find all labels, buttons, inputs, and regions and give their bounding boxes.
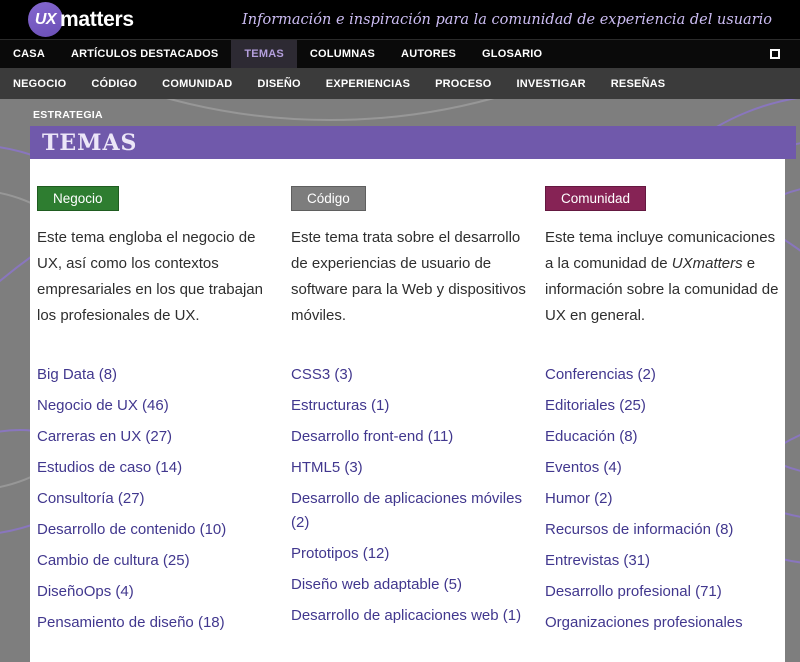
topic-link-item: Desarrollo de aplicaciones móviles (2) [291, 487, 528, 535]
link-pensamiento-de-diseno-18[interactable]: Pensamiento de diseño (18) [37, 611, 225, 635]
topic-column-codigo: Código Este tema trata sobre el desarroll… [291, 186, 528, 642]
link-organizaciones-profesionales[interactable]: Organizaciones profesionales [545, 611, 743, 635]
nav-item-glosario[interactable]: GLOSARIO [469, 40, 555, 68]
topic-links-negocio: Big Data (8) Negocio de UX (46) Carreras e… [37, 363, 274, 635]
topic-link-item: Big Data (8) [37, 363, 274, 387]
ux-logo-icon: UX [28, 2, 63, 37]
logo-ux-text: UX [35, 11, 56, 29]
link-estudios-de-caso-14[interactable]: Estudios de caso (14) [37, 456, 182, 480]
link-prototipos-12[interactable]: Prototipos (12) [291, 542, 389, 566]
topics-nav-item-proceso[interactable]: PROCESO [435, 78, 491, 90]
description-italic-segment: UXmatters [672, 255, 743, 272]
nav-item-articulos-destacados[interactable]: ARTÍCULOS DESTACADOS [58, 40, 231, 68]
topic-link-item: Organizaciones profesionales [545, 611, 782, 635]
topic-link-item: Consultoría (27) [37, 487, 274, 511]
topic-description-codigo: Este tema trata sobre el desarrollo de e… [291, 225, 528, 355]
link-disenoops-4[interactable]: DiseñoOps (4) [37, 580, 134, 604]
site-logo[interactable]: UX matters [28, 2, 134, 37]
topic-links-comunidad: Conferencias (2) Editoriales (25) Educació… [545, 363, 782, 635]
link-eventos-4[interactable]: Eventos (4) [545, 456, 622, 480]
search-icon[interactable] [770, 49, 780, 59]
link-editoriales-25[interactable]: Editoriales (25) [545, 394, 646, 418]
link-educacion-8[interactable]: Educación (8) [545, 425, 638, 449]
nav-item-temas[interactable]: TEMAS [231, 40, 297, 68]
logo-matters-text: matters [60, 8, 134, 32]
site-tagline: Información e inspiración para la comuni… [242, 12, 772, 28]
topic-column-comunidad: Comunidad Este tema incluye comunicacione… [545, 186, 782, 642]
link-desarrollo-de-aplicaciones-web-1[interactable]: Desarrollo de aplicaciones web (1) [291, 604, 521, 628]
topic-link-item: Carreras en UX (27) [37, 425, 274, 449]
topic-link-item: Editoriales (25) [545, 394, 782, 418]
link-estructuras-1[interactable]: Estructuras (1) [291, 394, 389, 418]
topics-nav-item-codigo[interactable]: CÓDIGO [91, 78, 137, 90]
subnav-strip: ESTRATEGIA [0, 99, 800, 126]
nav-item-casa[interactable]: CASA [0, 40, 58, 68]
topics-nav-item-resenas[interactable]: RESEÑAS [611, 78, 666, 90]
page-title-bar: TEMAS [30, 126, 796, 159]
description-segment: Este tema engloba el negocio de UX, así … [37, 229, 263, 324]
topic-link-item: Conferencias (2) [545, 363, 782, 387]
link-conferencias-2[interactable]: Conferencias (2) [545, 363, 656, 387]
topic-link-item: Negocio de UX (46) [37, 394, 274, 418]
topic-link-item: Desarrollo front-end (11) [291, 425, 528, 449]
topic-button-codigo[interactable]: Código [291, 186, 366, 211]
topic-link-item: Pensamiento de diseño (18) [37, 611, 274, 635]
topic-link-item: Humor (2) [545, 487, 782, 511]
topic-link-item: Recursos de información (8) [545, 518, 782, 542]
topic-button-comunidad[interactable]: Comunidad [545, 186, 646, 211]
link-desarrollo-de-contenido-10[interactable]: Desarrollo de contenido (10) [37, 518, 226, 542]
link-css3-3[interactable]: CSS3 (3) [291, 363, 353, 387]
topic-link-item: DiseñoOps (4) [37, 580, 274, 604]
topic-link-item: Desarrollo profesional (71) [545, 580, 782, 604]
description-segment: Este tema trata sobre el desarrollo de e… [291, 229, 526, 324]
topics-nav-item-negocio[interactable]: NEGOCIO [13, 78, 66, 90]
link-diseno-web-adaptable-5[interactable]: Diseño web adaptable (5) [291, 573, 462, 597]
topic-link-item: Diseño web adaptable (5) [291, 573, 528, 597]
topic-description-negocio: Este tema engloba el negocio de UX, así … [37, 225, 274, 355]
topic-link-item: Desarrollo de contenido (10) [37, 518, 274, 542]
topic-link-item: CSS3 (3) [291, 363, 528, 387]
topic-link-item: Estudios de caso (14) [37, 456, 274, 480]
link-desarrollo-profesional-71[interactable]: Desarrollo profesional (71) [545, 580, 722, 604]
topics-nav-item-comunidad[interactable]: COMUNIDAD [162, 78, 232, 90]
topic-column-negocio: Negocio Este tema engloba el negocio de U… [37, 186, 274, 642]
nav-item-columnas[interactable]: COLUMNAS [297, 40, 388, 68]
topic-link-item: HTML5 (3) [291, 456, 528, 480]
link-negocio-de-ux-46[interactable]: Negocio de UX (46) [37, 394, 169, 418]
topics-nav-item-investigar[interactable]: INVESTIGAR [517, 78, 586, 90]
main-content: Negocio Este tema engloba el negocio de U… [30, 159, 785, 662]
topics-nav-item-diseno[interactable]: DISEÑO [257, 78, 300, 90]
topic-link-item: Desarrollo de aplicaciones web (1) [291, 604, 528, 628]
primary-nav-items: CASAARTÍCULOS DESTACADOSTEMASCOLUMNASAUT… [0, 40, 555, 68]
link-html5-3[interactable]: HTML5 (3) [291, 456, 363, 480]
topic-link-item: Cambio de cultura (25) [37, 549, 274, 573]
link-big-data-8[interactable]: Big Data (8) [37, 363, 117, 387]
link-cambio-de-cultura-25[interactable]: Cambio de cultura (25) [37, 549, 190, 573]
primary-nav: CASAARTÍCULOS DESTACADOSTEMASCOLUMNASAUT… [0, 40, 800, 68]
topic-description-comunidad: Este tema incluye comunicaciones a la co… [545, 225, 782, 355]
topic-link-item: Entrevistas (31) [545, 549, 782, 573]
link-carreras-en-ux-27[interactable]: Carreras en UX (27) [37, 425, 172, 449]
topic-link-item: Eventos (4) [545, 456, 782, 480]
link-recursos-de-informacion-8[interactable]: Recursos de información (8) [545, 518, 733, 542]
link-desarrollo-de-aplicaciones-moviles-2[interactable]: Desarrollo de aplicaciones móviles (2) [291, 487, 528, 535]
topics-nav: NEGOCIO CÓDIGO COMUNIDAD DISEÑO EXPERIENCIAS… [0, 68, 800, 99]
nav-item-autores[interactable]: AUTORES [388, 40, 469, 68]
topic-link-item: Prototipos (12) [291, 542, 528, 566]
topic-link-item: Estructuras (1) [291, 394, 528, 418]
link-entrevistas-31[interactable]: Entrevistas (31) [545, 549, 650, 573]
link-desarrollo-front-end-11[interactable]: Desarrollo front-end (11) [291, 425, 453, 449]
topic-links-codigo: CSS3 (3) Estructuras (1) Desarrollo front-… [291, 363, 528, 628]
page-title: TEMAS [42, 130, 137, 156]
topics-nav-item-experiencias[interactable]: EXPERIENCIAS [326, 78, 410, 90]
site-header: UX matters Información e inspiración par… [0, 0, 800, 40]
content-area: TEMAS Negocio Este tema engloba el negoci… [30, 126, 796, 662]
topic-button-negocio[interactable]: Negocio [37, 186, 119, 211]
topic-link-item: Educación (8) [545, 425, 782, 449]
subnav-item-estrategia[interactable]: ESTRATEGIA [33, 109, 103, 121]
link-consultoria-27[interactable]: Consultoría (27) [37, 487, 145, 511]
link-humor-2[interactable]: Humor (2) [545, 487, 613, 511]
